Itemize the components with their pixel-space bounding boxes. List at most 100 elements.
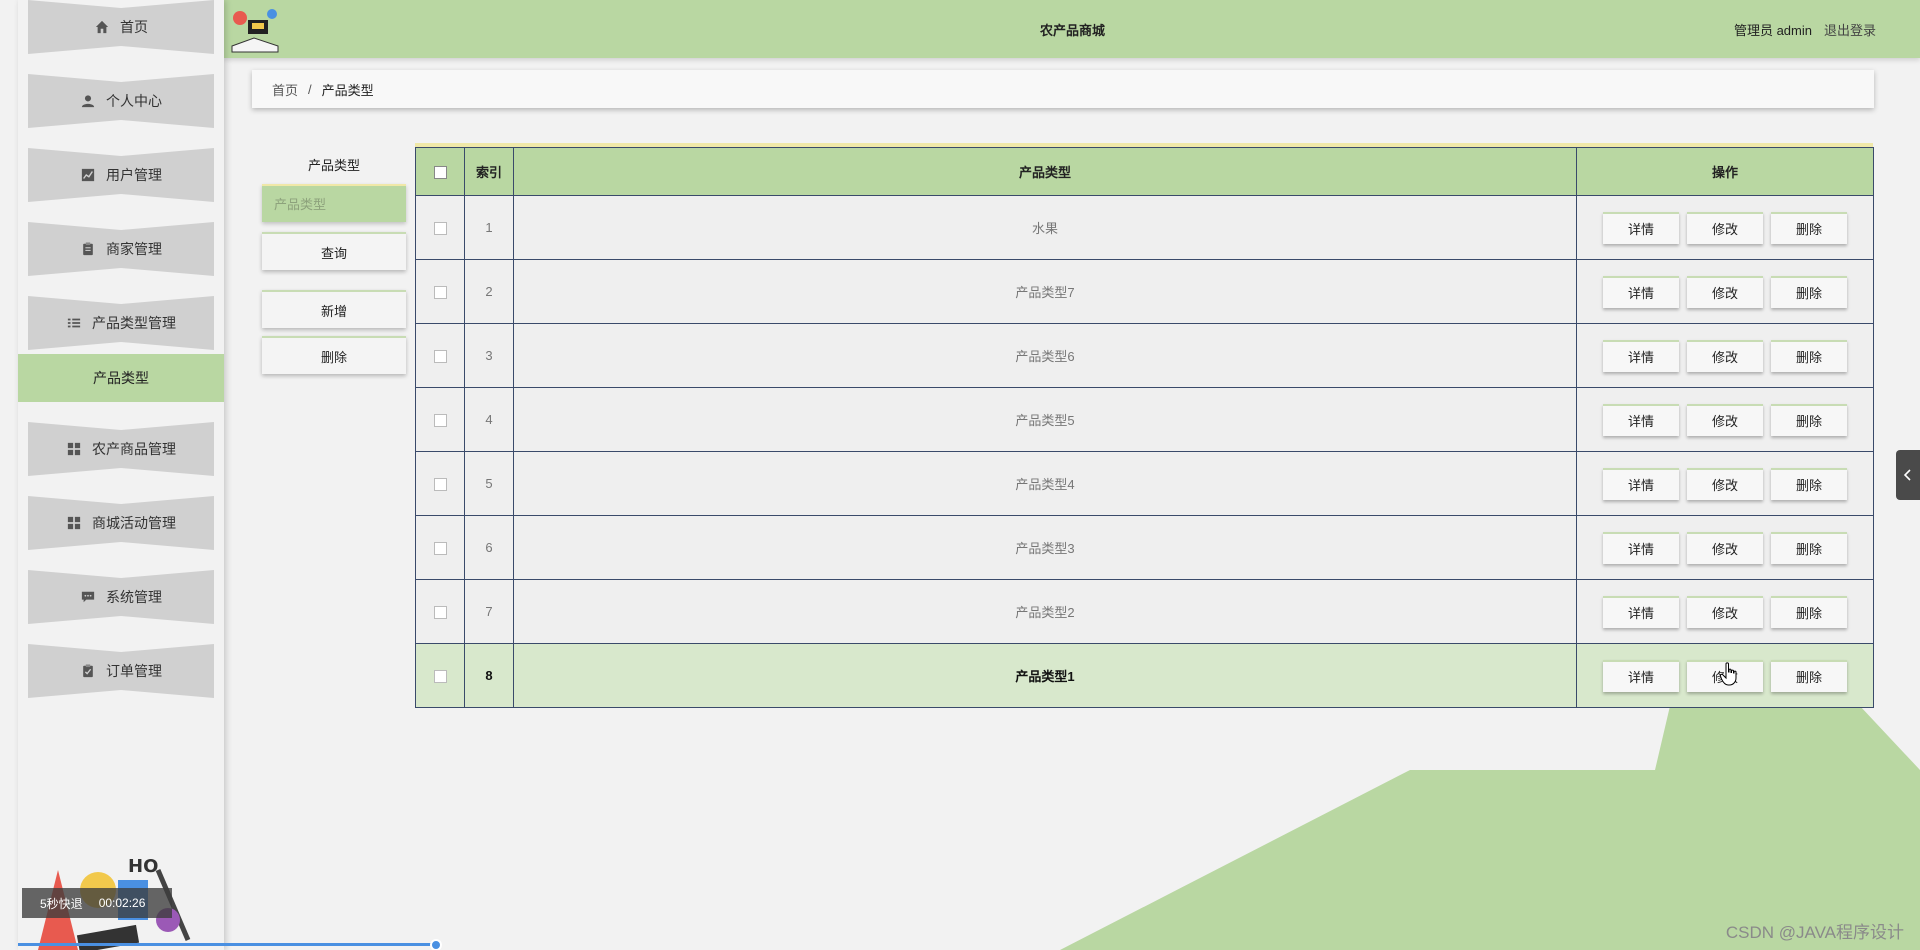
table-row[interactable]: 5 产品类型4 详情 修改 删除 [415,451,1874,516]
detail-button[interactable]: 详情 [1603,403,1679,436]
sidebar-item-merchants[interactable]: 商家管理 [28,222,214,276]
row-select-cell [415,259,465,324]
edit-button[interactable]: 修改 [1687,339,1763,372]
row-checkbox[interactable] [433,670,447,684]
row-index: 5 [464,451,514,516]
sidebar-item-home[interactable]: 首页 [28,0,214,54]
edit-button[interactable]: 修改 [1687,595,1763,628]
edit-button[interactable]: 修改 [1687,659,1763,692]
add-button[interactable]: 新增 [262,290,406,328]
row-actions: 详情 修改 删除 [1576,323,1874,388]
batch-delete-button[interactable]: 删除 [262,336,406,374]
row-actions: 详情 修改 删除 [1576,387,1874,452]
row-product-type: 产品类型2 [513,579,1577,644]
table-row[interactable]: 4 产品类型5 详情 修改 删除 [415,387,1874,452]
detail-button[interactable]: 详情 [1603,531,1679,564]
message-icon [80,589,96,605]
video-controls-overlay: 5秒快退 00:02:26 [22,888,172,918]
video-progress-bar[interactable] [18,943,438,946]
sidebar-item-label: 首页 [120,19,148,35]
breadcrumb-home[interactable]: 首页 [272,80,298,99]
product-type-search-input[interactable] [262,184,406,222]
row-index: 1 [464,195,514,260]
table-row[interactable]: 8 产品类型1 详情 修改 删除 [415,643,1874,708]
detail-button[interactable]: 详情 [1603,659,1679,692]
row-select-cell [415,643,465,708]
row-checkbox[interactable] [433,222,447,236]
edit-button[interactable]: 修改 [1687,531,1763,564]
sidebar-item-label: 个人中心 [106,93,162,109]
row-index: 3 [464,323,514,388]
row-checkbox[interactable] [433,414,447,428]
product-type-table: 索引 产品类型 操作 1 水果 详情 修改 删除 2 产品类型7 详情 修改 删除 3 产品类型6 详情… [415,143,1874,708]
sidebar-item-orders[interactable]: 订单管理 [28,644,214,698]
sidebar-item-label: 商家管理 [106,241,162,257]
header-user-area: 管理员 admin 退出登录 [1734,20,1876,39]
delete-button[interactable]: 删除 [1771,275,1847,308]
video-progress-handle[interactable] [430,939,442,950]
sidebar-item-farm-products[interactable]: 农产商品管理 [28,422,214,476]
row-checkbox[interactable] [433,606,447,620]
sidebar-item-system[interactable]: 系统管理 [28,570,214,624]
select-all-checkbox[interactable] [433,166,447,180]
row-actions: 详情 修改 删除 [1576,579,1874,644]
sidebar-item-label: 产品类型管理 [92,315,176,331]
rewind-label[interactable]: 5秒快退 [40,895,83,912]
delete-button[interactable]: 删除 [1771,403,1847,436]
detail-button[interactable]: 详情 [1603,275,1679,308]
row-actions: 详情 修改 删除 [1576,195,1874,260]
table-row[interactable]: 6 产品类型3 详情 修改 删除 [415,515,1874,580]
video-time: 00:02:26 [98,896,146,910]
sidebar-item-users[interactable]: 用户管理 [28,148,214,202]
row-index: 2 [464,259,514,324]
chevron-left-icon [1903,469,1911,481]
delete-button[interactable]: 删除 [1771,595,1847,628]
delete-button[interactable]: 删除 [1771,211,1847,244]
row-checkbox[interactable] [433,478,447,492]
logo-icon [230,6,280,53]
row-product-type: 产品类型7 [513,259,1577,324]
sidebar-subitem-product-type[interactable]: 产品类型 [18,354,224,402]
row-actions: 详情 修改 删除 [1576,515,1874,580]
right-panel-toggle[interactable] [1896,450,1920,500]
table-row[interactable]: 3 产品类型6 详情 修改 删除 [415,323,1874,388]
app-title: 农产品商城 [1040,23,1106,38]
svg-text:HO: HO [128,856,158,877]
delete-button[interactable]: 删除 [1771,467,1847,500]
detail-button[interactable]: 详情 [1603,467,1679,500]
sidebar-item-mall-activities[interactable]: 商城活动管理 [28,496,214,550]
row-checkbox[interactable] [433,350,447,364]
delete-button[interactable]: 删除 [1771,659,1847,692]
row-select-cell [415,323,465,388]
table-body: 1 水果 详情 修改 删除 2 产品类型7 详情 修改 删除 3 产品类型6 详情 修改 删除 4 产品类型5 详… [415,195,1874,708]
breadcrumb-separator: / [308,81,312,97]
list-icon [66,315,82,331]
row-product-type: 产品类型1 [513,643,1577,708]
edit-button[interactable]: 修改 [1687,275,1763,308]
row-select-cell [415,515,465,580]
detail-button[interactable]: 详情 [1603,595,1679,628]
table-row[interactable]: 1 水果 详情 修改 删除 [415,195,1874,260]
sidebar-item-product-type-mgmt[interactable]: 产品类型管理 [28,296,214,350]
query-button[interactable]: 查询 [262,232,406,270]
row-index: 8 [464,643,514,708]
row-checkbox[interactable] [433,542,447,556]
detail-button[interactable]: 详情 [1603,211,1679,244]
column-header-index: 索引 [464,147,514,196]
logout-link[interactable]: 退出登录 [1824,20,1876,39]
table-header-row: 索引 产品类型 操作 [415,147,1874,196]
row-product-type: 产品类型3 [513,515,1577,580]
edit-button[interactable]: 修改 [1687,211,1763,244]
search-label: 产品类型 [307,158,360,173]
row-index: 4 [464,387,514,452]
row-checkbox[interactable] [433,286,447,300]
delete-button[interactable]: 删除 [1771,531,1847,564]
table-row[interactable]: 7 产品类型2 详情 修改 删除 [415,579,1874,644]
table-row[interactable]: 2 产品类型7 详情 修改 删除 [415,259,1874,324]
delete-button[interactable]: 删除 [1771,339,1847,372]
detail-button[interactable]: 详情 [1603,339,1679,372]
sidebar-item-profile[interactable]: 个人中心 [28,74,214,128]
edit-button[interactable]: 修改 [1687,467,1763,500]
edit-button[interactable]: 修改 [1687,403,1763,436]
row-actions: 详情 修改 删除 [1576,259,1874,324]
